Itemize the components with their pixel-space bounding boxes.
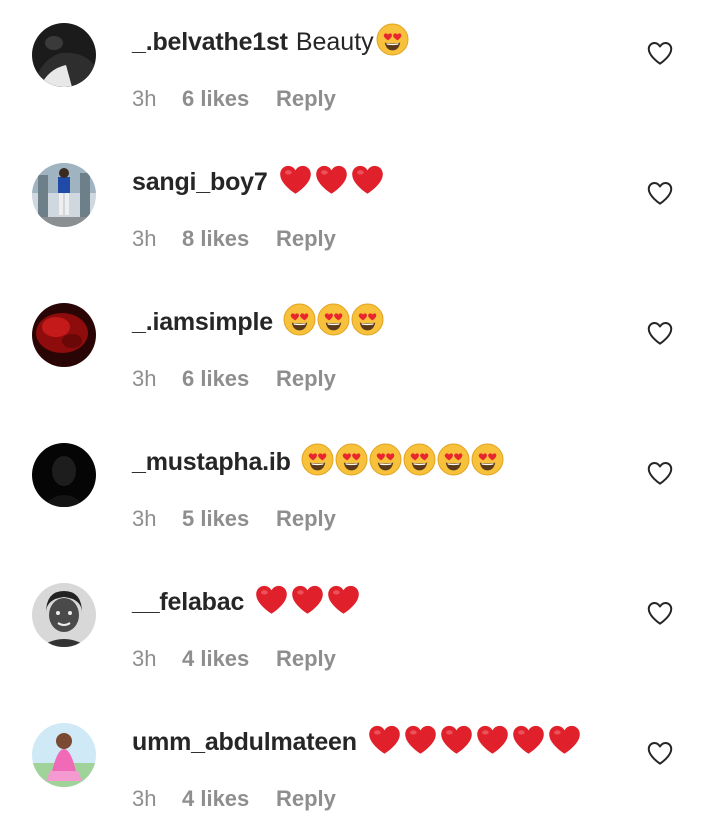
comment-time: 3h (132, 786, 157, 811)
like-heart-icon[interactable] (645, 178, 675, 208)
comment-username[interactable]: sangi_boy7 (132, 168, 268, 197)
red-heart-emoji (254, 583, 289, 621)
comment-time: 3h (132, 86, 157, 111)
red-heart-emoji (367, 723, 402, 761)
reply-button[interactable]: Reply (276, 366, 336, 392)
comment-emojis (283, 303, 385, 341)
reply-button[interactable]: Reply (276, 646, 336, 672)
comment-likes[interactable]: 4 likes (182, 646, 276, 672)
comment-meta: 3h 4 likes Reply (132, 786, 336, 812)
reply-button[interactable]: Reply (276, 506, 336, 532)
comment-emojis (254, 583, 362, 621)
comment-username[interactable]: umm_abdulmateen (132, 728, 357, 757)
comment-meta: 3h 5 likes Reply (132, 506, 336, 532)
red-heart-emoji (439, 723, 474, 761)
avatar[interactable] (32, 23, 96, 87)
comment-item: sangi_boy7 3h 8 likes Reply (0, 140, 720, 280)
heart-eyes-emoji (335, 443, 368, 481)
heart-eyes-emoji (369, 443, 402, 481)
red-heart-emoji (350, 163, 385, 201)
heart-eyes-emoji (317, 303, 350, 341)
comment-body: umm_abdulmateen (132, 722, 583, 762)
heart-eyes-emoji (376, 23, 409, 61)
comment-time: 3h (132, 506, 157, 531)
reply-button[interactable]: Reply (276, 86, 336, 112)
comment-item: __felabac 3h 4 likes Reply (0, 560, 720, 700)
red-heart-emoji (290, 583, 325, 621)
like-heart-icon[interactable] (645, 458, 675, 488)
avatar[interactable] (32, 163, 96, 227)
comment-time: 3h (132, 366, 157, 391)
comment-body: _.belvathe1st Beauty (132, 22, 410, 62)
comment-likes[interactable]: 5 likes (182, 506, 276, 532)
heart-eyes-emoji (351, 303, 384, 341)
comment-emojis (301, 443, 505, 481)
comment-body: __felabac (132, 582, 362, 622)
comment-emojis (367, 723, 583, 761)
avatar[interactable] (32, 583, 96, 647)
like-heart-icon[interactable] (645, 318, 675, 348)
avatar[interactable] (32, 303, 96, 367)
comment-meta: 3h 8 likes Reply (132, 226, 336, 252)
comment-item: _mustapha.ib 3h 5 likes Reply (0, 420, 720, 560)
comment-emojis (376, 23, 410, 61)
comment-username[interactable]: _mustapha.ib (132, 448, 291, 477)
red-heart-emoji (278, 163, 313, 201)
comment-time: 3h (132, 646, 157, 671)
comment-meta: 3h 6 likes Reply (132, 86, 336, 112)
comment-username[interactable]: _.belvathe1st (132, 28, 288, 57)
red-heart-emoji (403, 723, 438, 761)
comment-emojis (278, 163, 386, 201)
comment-item: _.iamsimple 3h 6 likes Reply (0, 280, 720, 420)
heart-eyes-emoji (471, 443, 504, 481)
comment-likes[interactable]: 8 likes (182, 226, 276, 252)
heart-eyes-emoji (403, 443, 436, 481)
comment-body: _.iamsimple (132, 302, 385, 342)
avatar[interactable] (32, 723, 96, 787)
comment-body: sangi_boy7 (132, 162, 386, 202)
comment-likes[interactable]: 6 likes (182, 366, 276, 392)
red-heart-emoji (326, 583, 361, 621)
heart-eyes-emoji (283, 303, 316, 341)
comment-item: _.belvathe1st Beauty 3h 6 likes Reply (0, 0, 720, 140)
comment-likes[interactable]: 6 likes (182, 86, 276, 112)
red-heart-emoji (547, 723, 582, 761)
comment-item: umm_abdulmateen 3h 4 likes Reply (0, 700, 720, 840)
comment-body: _mustapha.ib (132, 442, 505, 482)
reply-button[interactable]: Reply (276, 226, 336, 252)
like-heart-icon[interactable] (645, 38, 675, 68)
comment-meta: 3h 4 likes Reply (132, 646, 336, 672)
comment-username[interactable]: __felabac (132, 588, 244, 617)
comment-time: 3h (132, 226, 157, 251)
avatar[interactable] (32, 443, 96, 507)
comment-likes[interactable]: 4 likes (182, 786, 276, 812)
reply-button[interactable]: Reply (276, 786, 336, 812)
like-heart-icon[interactable] (645, 598, 675, 628)
comment-meta: 3h 6 likes Reply (132, 366, 336, 392)
heart-eyes-emoji (437, 443, 470, 481)
red-heart-emoji (511, 723, 546, 761)
red-heart-emoji (314, 163, 349, 201)
red-heart-emoji (475, 723, 510, 761)
heart-eyes-emoji (301, 443, 334, 481)
comment-username[interactable]: _.iamsimple (132, 308, 273, 337)
like-heart-icon[interactable] (645, 738, 675, 768)
comment-text: Beauty (295, 27, 374, 56)
